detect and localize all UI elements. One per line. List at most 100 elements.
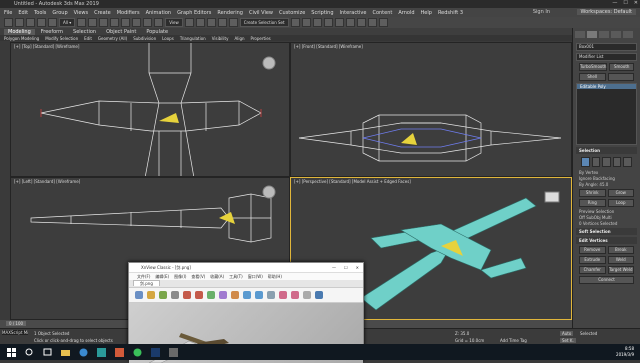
fit-icon[interactable]: [267, 291, 275, 299]
menu-group[interactable]: Group: [52, 10, 67, 16]
save-icon[interactable]: [159, 291, 167, 299]
snap-icon[interactable]: [195, 18, 205, 27]
selection-set-dropdown[interactable]: Create Selection Set: [239, 18, 289, 27]
preview-off-radio[interactable]: Off: [579, 215, 585, 220]
preview-multi-radio[interactable]: Multi: [602, 215, 612, 220]
menu-tools[interactable]: Tools: [34, 10, 46, 16]
tab-modeling[interactable]: Modeling: [4, 28, 35, 35]
tab-object-paint[interactable]: Object Paint: [102, 29, 140, 35]
maximize-button[interactable]: ☐: [623, 0, 627, 6]
zoom-out-icon[interactable]: [255, 291, 263, 299]
search-icon[interactable]: [22, 347, 36, 357]
display-tab-icon[interactable]: [623, 31, 633, 38]
maxscript-listener[interactable]: MAXScript Mi: [2, 330, 29, 335]
open-icon[interactable]: [147, 291, 155, 299]
selection-rollout[interactable]: Selection: [576, 147, 637, 154]
close-button[interactable]: ✕: [634, 0, 638, 6]
create-tab-icon[interactable]: [575, 31, 585, 38]
set-key-button[interactable]: Set K.: [560, 338, 576, 343]
place-icon[interactable]: [154, 18, 164, 27]
task-view-icon[interactable]: [40, 347, 54, 357]
material-editor-icon[interactable]: [345, 18, 355, 27]
menu-file[interactable]: File: [4, 10, 12, 16]
menu-customize[interactable]: Customize: [279, 10, 305, 16]
photoshop-icon[interactable]: [148, 347, 162, 357]
break-button[interactable]: Break: [607, 246, 634, 254]
viewer-menu-view[interactable]: 查看(V): [191, 273, 205, 280]
preview-subobj-radio[interactable]: SubObj: [586, 215, 600, 220]
info-icon[interactable]: [303, 291, 311, 299]
menu-interactive[interactable]: Interactive: [340, 10, 367, 16]
sign-in-button[interactable]: Sign In: [533, 9, 550, 15]
link-icon[interactable]: [26, 18, 35, 27]
target-weld-button[interactable]: Target Weld: [607, 266, 634, 274]
auto-key-button[interactable]: Auto: [560, 331, 574, 336]
mirror-icon[interactable]: [290, 18, 300, 27]
ignore-backfacing-checkbox[interactable]: Ignore Backfacing: [579, 176, 634, 181]
add-time-tag[interactable]: Add Time Tag: [500, 338, 527, 343]
menu-edit[interactable]: Edit: [18, 10, 28, 16]
tab-selection[interactable]: Selection: [69, 29, 100, 35]
rotate-right-icon[interactable]: [291, 291, 299, 299]
empty-modifier-button[interactable]: [607, 73, 634, 81]
reference-coord-dropdown[interactable]: View: [165, 18, 183, 27]
menu-create[interactable]: Create: [94, 10, 111, 16]
render-frame-icon[interactable]: [367, 18, 377, 27]
menu-scripting[interactable]: Scripting: [311, 10, 333, 16]
rotate-left-icon[interactable]: [279, 291, 287, 299]
workspace-dropdown[interactable]: Workspaces: Default: [576, 9, 636, 15]
hierarchy-tab-icon[interactable]: [599, 31, 609, 38]
refresh-icon[interactable]: [207, 291, 215, 299]
curve-editor-icon[interactable]: [323, 18, 333, 27]
ribbon-edit[interactable]: Edit: [84, 36, 92, 41]
browse-icon[interactable]: [135, 291, 143, 299]
shell-button[interactable]: Shell: [579, 73, 606, 81]
scale-icon[interactable]: [143, 18, 153, 27]
selected-dropdown[interactable]: Selected: [580, 331, 597, 336]
ribbon-loops[interactable]: Loops: [162, 36, 174, 41]
menu-graph-editors[interactable]: Graph Editors: [177, 10, 211, 16]
connect-button[interactable]: Connect: [579, 276, 634, 284]
menu-arnold[interactable]: Arnold: [398, 10, 414, 16]
settings-icon[interactable]: [315, 291, 323, 299]
motion-tab-icon[interactable]: [611, 31, 621, 38]
rect-selection-icon[interactable]: [99, 18, 109, 27]
ribbon-properties[interactable]: Properties: [251, 36, 271, 41]
redo-icon[interactable]: [15, 18, 24, 27]
tab-populate[interactable]: Populate: [142, 29, 172, 35]
chamfer-button[interactable]: Chamfer: [579, 266, 606, 274]
element-mode-icon[interactable]: [623, 157, 632, 167]
slideshow-icon[interactable]: [231, 291, 239, 299]
zoom-in-icon[interactable]: [243, 291, 251, 299]
viewer-menu-help[interactable]: 帮助(H): [268, 273, 282, 280]
ribbon-polygon-modeling[interactable]: Polygon Modeling: [4, 36, 39, 41]
windows-start-icon[interactable]: [4, 347, 18, 357]
viewer-menu-file[interactable]: 文件(F): [137, 273, 150, 280]
spotify-icon[interactable]: [130, 347, 144, 357]
soft-selection-rollout[interactable]: Soft Selection: [576, 228, 637, 235]
viewer-close-button[interactable]: ✕: [356, 263, 359, 272]
menu-content[interactable]: Content: [372, 10, 392, 16]
menu-rendering[interactable]: Rendering: [217, 10, 243, 16]
render-setup-icon[interactable]: [356, 18, 366, 27]
viewer-menu-tools[interactable]: 工具(T): [229, 273, 243, 280]
ring-button[interactable]: Ring: [579, 199, 606, 207]
ribbon-modify-selection[interactable]: Modify Selection: [45, 36, 78, 41]
selection-filter-dropdown[interactable]: All ▾: [59, 18, 76, 27]
viewer-tab-image[interactable]: 剑.png: [133, 280, 160, 286]
z-coordinate[interactable]: Z: 35.0: [455, 331, 469, 336]
rotate-icon[interactable]: [132, 18, 142, 27]
move-icon[interactable]: [121, 18, 131, 27]
smooth-button[interactable]: Smooth: [609, 63, 634, 71]
browser-icon[interactable]: [76, 347, 90, 357]
3dsmax-icon[interactable]: [94, 347, 108, 357]
viewer-menu-window[interactable]: 窗口(W): [248, 273, 263, 280]
by-angle-value[interactable]: 45.0: [599, 182, 608, 187]
print-icon[interactable]: [171, 291, 179, 299]
menu-animation[interactable]: Animation: [146, 10, 172, 16]
pivot-icon[interactable]: [184, 18, 194, 27]
remove-button[interactable]: Remove: [579, 246, 606, 254]
app-icon[interactable]: [166, 347, 180, 357]
align-icon[interactable]: [301, 18, 311, 27]
stack-item-editable-poly[interactable]: Editable Poly: [577, 84, 636, 89]
